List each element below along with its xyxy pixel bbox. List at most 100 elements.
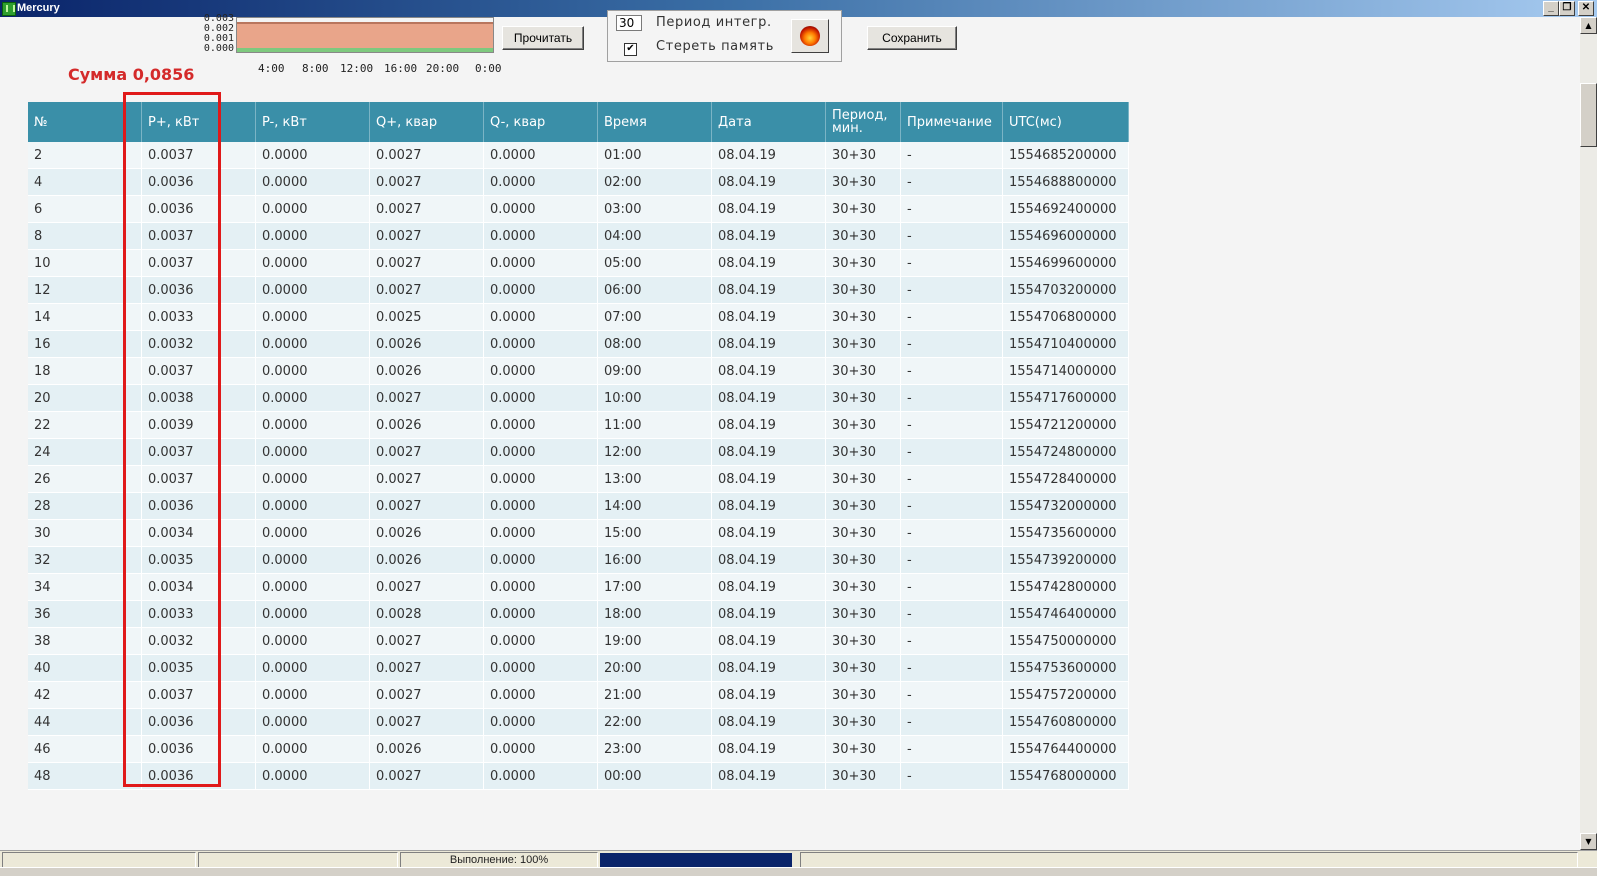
cell-note: - — [900, 303, 1003, 331]
cell-period: 30+30 — [825, 600, 901, 628]
header-period[interactable]: Период, мин. — [825, 102, 901, 142]
cell-date: 08.04.19 — [711, 222, 826, 250]
cell-p-minus: 0.0000 — [255, 276, 370, 304]
period-label: Период интегр. — [656, 15, 772, 30]
cell-date: 08.04.19 — [711, 142, 826, 169]
close-button[interactable]: ✕ — [1578, 1, 1594, 16]
x-tick: 8:00 — [302, 62, 329, 75]
cell-utc: 1554732000000 — [1002, 492, 1129, 520]
cell-note: - — [900, 519, 1003, 547]
minimize-button[interactable]: _ — [1543, 1, 1559, 16]
header-date[interactable]: Дата — [711, 102, 826, 142]
cell-q-plus: 0.0027 — [369, 573, 484, 601]
cell-time: 15:00 — [597, 519, 712, 547]
cell-period: 30+30 — [825, 357, 901, 385]
y-tick: 0.000 — [203, 43, 234, 54]
read-button[interactable]: Прочитать — [502, 26, 584, 50]
cell-time: 01:00 — [597, 142, 712, 169]
app-icon — [2, 2, 16, 16]
x-tick: 20:00 — [426, 62, 460, 75]
cell-p-minus: 0.0000 — [255, 681, 370, 709]
window-title: Mercury — [17, 2, 60, 14]
erase-memory-checkbox[interactable]: ✔ — [624, 43, 637, 56]
cell-q-plus: 0.0027 — [369, 681, 484, 709]
cell-time: 11:00 — [597, 411, 712, 439]
cell-q-minus: 0.0000 — [483, 142, 598, 169]
sum-annotation: Сумма 0,0856 — [68, 65, 195, 84]
header-time[interactable]: Время — [597, 102, 712, 142]
cell-q-minus: 0.0000 — [483, 249, 598, 277]
cell-period: 30+30 — [825, 573, 901, 601]
cell-q-minus: 0.0000 — [483, 465, 598, 493]
mini-chart-baseline — [237, 48, 493, 52]
cell-p-minus: 0.0000 — [255, 168, 370, 196]
cell-time: 13:00 — [597, 465, 712, 493]
cell-q-minus: 0.0000 — [483, 546, 598, 574]
cell-time: 02:00 — [597, 168, 712, 196]
header-p-minus[interactable]: P-, кВт — [255, 102, 370, 142]
cell-date: 08.04.19 — [711, 384, 826, 412]
cell-date: 08.04.19 — [711, 762, 826, 790]
cell-q-minus: 0.0000 — [483, 357, 598, 385]
save-button[interactable]: Сохранить — [867, 26, 957, 50]
cell-period: 30+30 — [825, 276, 901, 304]
cell-period: 30+30 — [825, 384, 901, 412]
cell-note: - — [900, 330, 1003, 358]
cell-period: 30+30 — [825, 681, 901, 709]
cell-q-plus: 0.0025 — [369, 303, 484, 331]
cell-time: 21:00 — [597, 681, 712, 709]
cell-utc: 1554728400000 — [1002, 465, 1129, 493]
cell-period: 30+30 — [825, 303, 901, 331]
cell-q-plus: 0.0027 — [369, 627, 484, 655]
header-q-minus[interactable]: Q-, квар — [483, 102, 598, 142]
cell-p-minus: 0.0000 — [255, 519, 370, 547]
scroll-thumb[interactable] — [1580, 83, 1597, 147]
cell-note: - — [900, 411, 1003, 439]
status-segment — [198, 852, 398, 868]
cell-utc: 1554696000000 — [1002, 222, 1129, 250]
cell-note: - — [900, 195, 1003, 223]
maximize-button[interactable]: ❐ — [1559, 1, 1575, 16]
cell-q-minus: 0.0000 — [483, 438, 598, 466]
period-input[interactable]: 30 — [616, 15, 642, 31]
cell-note: - — [900, 276, 1003, 304]
cell-q-minus: 0.0000 — [483, 519, 598, 547]
header-q-plus[interactable]: Q+, квар — [369, 102, 484, 142]
header-note[interactable]: Примечание — [900, 102, 1003, 142]
cell-note: - — [900, 681, 1003, 709]
cell-q-minus: 0.0000 — [483, 708, 598, 736]
cell-note: - — [900, 222, 1003, 250]
cell-date: 08.04.19 — [711, 573, 826, 601]
scroll-up-button[interactable]: ▲ — [1580, 17, 1597, 34]
header-utc[interactable]: UTC(мс) — [1002, 102, 1129, 142]
cell-q-minus: 0.0000 — [483, 411, 598, 439]
cell-p-minus: 0.0000 — [255, 357, 370, 385]
cell-time: 19:00 — [597, 627, 712, 655]
erase-button[interactable] — [791, 19, 829, 53]
cell-p-minus: 0.0000 — [255, 546, 370, 574]
cell-q-plus: 0.0027 — [369, 222, 484, 250]
highlight-box — [123, 92, 221, 787]
vertical-scrollbar[interactable]: ▲ ▼ — [1580, 17, 1597, 850]
scroll-down-button[interactable]: ▼ — [1580, 833, 1597, 850]
erase-memory-label: Стереть память — [656, 39, 774, 54]
cell-note: - — [900, 600, 1003, 628]
cell-utc: 1554753600000 — [1002, 654, 1129, 682]
progress-text: Выполнение: 100% — [400, 852, 598, 868]
cell-utc: 1554735600000 — [1002, 519, 1129, 547]
cell-date: 08.04.19 — [711, 654, 826, 682]
cell-q-minus: 0.0000 — [483, 654, 598, 682]
cell-p-minus: 0.0000 — [255, 411, 370, 439]
cell-utc: 1554721200000 — [1002, 411, 1129, 439]
cell-utc: 1554768000000 — [1002, 762, 1129, 790]
cell-date: 08.04.19 — [711, 438, 826, 466]
cell-utc: 1554739200000 — [1002, 546, 1129, 574]
cell-q-plus: 0.0027 — [369, 168, 484, 196]
cell-q-plus: 0.0027 — [369, 654, 484, 682]
cell-q-minus: 0.0000 — [483, 492, 598, 520]
cell-note: - — [900, 708, 1003, 736]
cell-p-minus: 0.0000 — [255, 627, 370, 655]
cell-note: - — [900, 654, 1003, 682]
cell-utc: 1554717600000 — [1002, 384, 1129, 412]
cell-time: 04:00 — [597, 222, 712, 250]
